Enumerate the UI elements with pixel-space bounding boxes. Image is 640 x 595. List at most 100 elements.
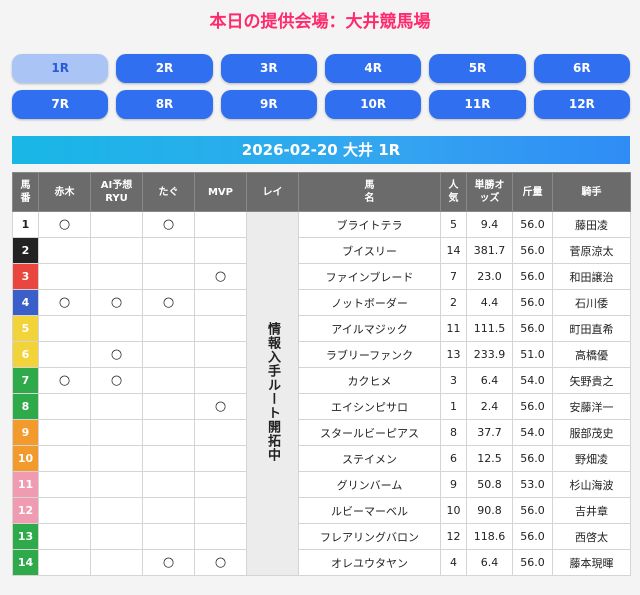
ai-mark: ○ — [90, 289, 143, 316]
table-row: 1 ○ ○ 情報入手ルート開拓中 ブライトテラ 5 9.4 56.0 藤田凌 — [12, 211, 631, 576]
tago-mark — [142, 419, 195, 446]
horse-name[interactable]: グリンバーム — [298, 471, 441, 498]
ai-mark — [90, 445, 143, 472]
table-row: 4 ○ ○ ○ ノットボーダー 2 4.4 56.0 石川倭 — [12, 289, 631, 316]
race-button-4r[interactable]: 4R — [325, 54, 422, 83]
jockey-name: 石川倭 — [552, 289, 631, 316]
header-horse: 馬名 — [298, 172, 441, 212]
popularity: 5 — [440, 211, 467, 238]
horse-name[interactable]: カクヒメ — [298, 367, 441, 394]
horse-name[interactable]: スタールビーピアス — [298, 419, 441, 446]
popularity: 7 — [440, 263, 467, 290]
table-row: 12 ルビーマーベル 10 90.8 56.0 吉井章 — [12, 497, 631, 524]
horse-name[interactable]: アイルマジック — [298, 315, 441, 342]
horse-name[interactable]: ルビーマーベル — [298, 497, 441, 524]
win-odds: 118.6 — [466, 523, 513, 550]
horse-number: 7 — [12, 367, 39, 394]
horse-name[interactable]: ブイスリー — [298, 237, 441, 264]
akagi-mark — [38, 471, 91, 498]
weight: 53.0 — [512, 471, 553, 498]
mvp-mark — [194, 471, 247, 498]
tago-mark — [142, 497, 195, 524]
win-odds: 9.4 — [466, 211, 513, 238]
weight: 56.0 — [512, 289, 553, 316]
race-button-12r[interactable]: 12R — [533, 90, 630, 119]
race-button-9r[interactable]: 9R — [220, 90, 317, 119]
table-row: 8 ○ エイシンピサロ 1 2.4 56.0 安藤洋一 — [12, 393, 631, 420]
popularity: 12 — [440, 523, 467, 550]
ai-mark — [90, 549, 143, 576]
weight: 56.0 — [512, 237, 553, 264]
race-button-2r[interactable]: 2R — [116, 54, 213, 83]
win-odds: 90.8 — [466, 497, 513, 524]
win-odds: 50.8 — [466, 471, 513, 498]
weight: 54.0 — [512, 419, 553, 446]
ai-mark: ○ — [90, 341, 143, 368]
horse-number: 14 — [12, 549, 39, 576]
weight: 56.0 — [512, 315, 553, 342]
akagi-mark — [38, 393, 91, 420]
popularity: 1 — [440, 393, 467, 420]
horse-number: 2 — [12, 237, 39, 264]
popularity: 8 — [440, 419, 467, 446]
header-rei: レイ — [246, 172, 299, 212]
horse-name[interactable]: ブライトテラ — [298, 211, 441, 238]
mvp-mark — [194, 445, 247, 472]
jockey-name: 高橋優 — [552, 341, 631, 368]
table-row: 6 ○ ラブリーファンク 13 233.9 51.0 高橋優 — [12, 341, 631, 368]
horse-name[interactable]: ファインブレード — [298, 263, 441, 290]
jockey-name: 藤田凌 — [552, 211, 631, 238]
mvp-mark — [194, 497, 247, 524]
jockey-name: 吉井章 — [552, 497, 631, 524]
horse-number: 9 — [12, 419, 39, 446]
table-row: 10 ステイメン 6 12.5 56.0 野畑凌 — [12, 445, 631, 472]
header-tago: たぐ — [142, 172, 195, 212]
jockey-name: 野畑凌 — [552, 445, 631, 472]
horse-name[interactable]: ラブリーファンク — [298, 341, 441, 368]
akagi-mark — [38, 263, 91, 290]
race-button-7r[interactable]: 7R — [12, 90, 109, 119]
popularity: 13 — [440, 341, 467, 368]
weight: 51.0 — [512, 341, 553, 368]
race-button-3r[interactable]: 3R — [220, 54, 317, 83]
weight: 56.0 — [512, 445, 553, 472]
race-button-10r[interactable]: 10R — [325, 90, 422, 119]
horse-number: 6 — [12, 341, 39, 368]
race-button-11r[interactable]: 11R — [429, 90, 526, 119]
table-row: 2 ブイスリー 14 381.7 56.0 菅原涼太 — [12, 237, 631, 264]
horse-name[interactable]: オレユウタヤン — [298, 549, 441, 576]
horse-name[interactable]: ステイメン — [298, 445, 441, 472]
tago-mark — [142, 445, 195, 472]
win-odds: 6.4 — [466, 549, 513, 576]
race-button-8r[interactable]: 8R — [116, 90, 213, 119]
weight: 56.0 — [512, 393, 553, 420]
popularity: 4 — [440, 549, 467, 576]
race-button-6r[interactable]: 6R — [533, 54, 630, 83]
ai-mark — [90, 237, 143, 264]
win-odds: 233.9 — [466, 341, 513, 368]
horse-name[interactable]: フレアリングバロン — [298, 523, 441, 550]
rei-column-note: 情報入手ルート開拓中 — [246, 211, 299, 576]
tago-mark — [142, 393, 195, 420]
win-odds: 6.4 — [466, 367, 513, 394]
horse-number: 4 — [12, 289, 39, 316]
win-odds: 23.0 — [466, 263, 513, 290]
mvp-mark — [194, 419, 247, 446]
win-odds: 111.5 — [466, 315, 513, 342]
tago-mark — [142, 367, 195, 394]
tago-mark — [142, 471, 195, 498]
horse-number: 3 — [12, 263, 39, 290]
horse-name[interactable]: エイシンピサロ — [298, 393, 441, 420]
mvp-mark — [194, 315, 247, 342]
horse-name[interactable]: ノットボーダー — [298, 289, 441, 316]
tago-mark — [142, 341, 195, 368]
race-button-1r[interactable]: 1R — [12, 54, 109, 83]
popularity: 6 — [440, 445, 467, 472]
race-button-5r[interactable]: 5R — [429, 54, 526, 83]
weight: 56.0 — [512, 497, 553, 524]
horse-number: 12 — [12, 497, 39, 524]
tago-mark: ○ — [142, 211, 195, 238]
tago-mark: ○ — [142, 549, 195, 576]
weight: 54.0 — [512, 367, 553, 394]
tago-mark — [142, 237, 195, 264]
